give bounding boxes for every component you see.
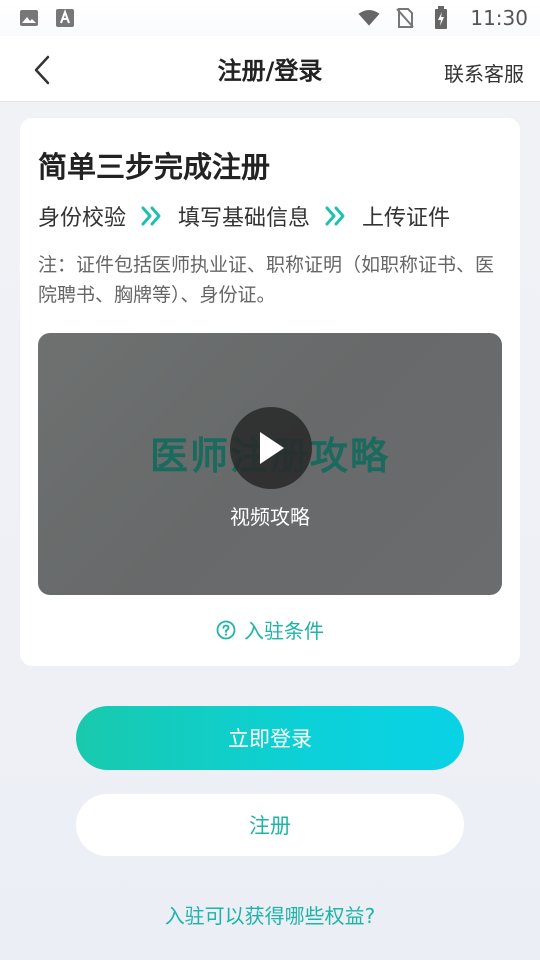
video-guide[interactable]: 医师注册攻略 视频攻略 (38, 333, 502, 595)
chevron-left-icon (34, 55, 50, 85)
status-left (18, 7, 76, 29)
card-title: 简单三步完成注册 (38, 150, 271, 184)
login-button[interactable]: 立即登录 (76, 706, 464, 770)
clock: 11:30 (470, 6, 528, 30)
video-label: 视频攻略 (230, 505, 310, 529)
entry-conditions-link[interactable]: 入驻条件 (20, 615, 520, 644)
double-chevron-right-icon (324, 205, 348, 227)
no-sim-icon (394, 7, 416, 29)
double-chevron-right-icon (140, 205, 164, 227)
wifi-icon (358, 7, 380, 29)
status-bar: 11:30 (0, 0, 540, 36)
register-button[interactable]: 注册 (76, 794, 464, 856)
page-title: 注册/登录 (217, 57, 323, 85)
step-2: 填写基础信息 (178, 206, 311, 231)
step-1: 身份校验 (38, 206, 127, 231)
status-right: 11:30 (358, 6, 528, 30)
registration-steps: 身份校验 填写基础信息 上传证件 (38, 200, 450, 232)
image-icon (18, 7, 40, 29)
back-button[interactable] (22, 50, 62, 90)
benefits-link[interactable]: 入驻可以获得哪些权益? (0, 900, 540, 929)
font-icon (54, 7, 76, 29)
document-note: 注：证件包括医师执业证、职称证明（如职称证书、医院聘书、胸牌等）、身份证。 (38, 254, 495, 306)
battery-charging-icon (430, 6, 452, 29)
app-header: 注册/登录 联系客服 (0, 36, 540, 102)
entry-conditions-label: 入驻条件 (244, 619, 324, 643)
play-icon (260, 432, 284, 464)
registration-info-card: 简单三步完成注册 身份校验 填写基础信息 上传证件 注：证件包括医师执业证、职称… (20, 118, 520, 666)
step-3: 上传证件 (362, 206, 451, 231)
play-button[interactable] (230, 407, 312, 489)
contact-support-link[interactable]: 联系客服 (444, 58, 524, 87)
question-circle-icon (216, 620, 236, 639)
